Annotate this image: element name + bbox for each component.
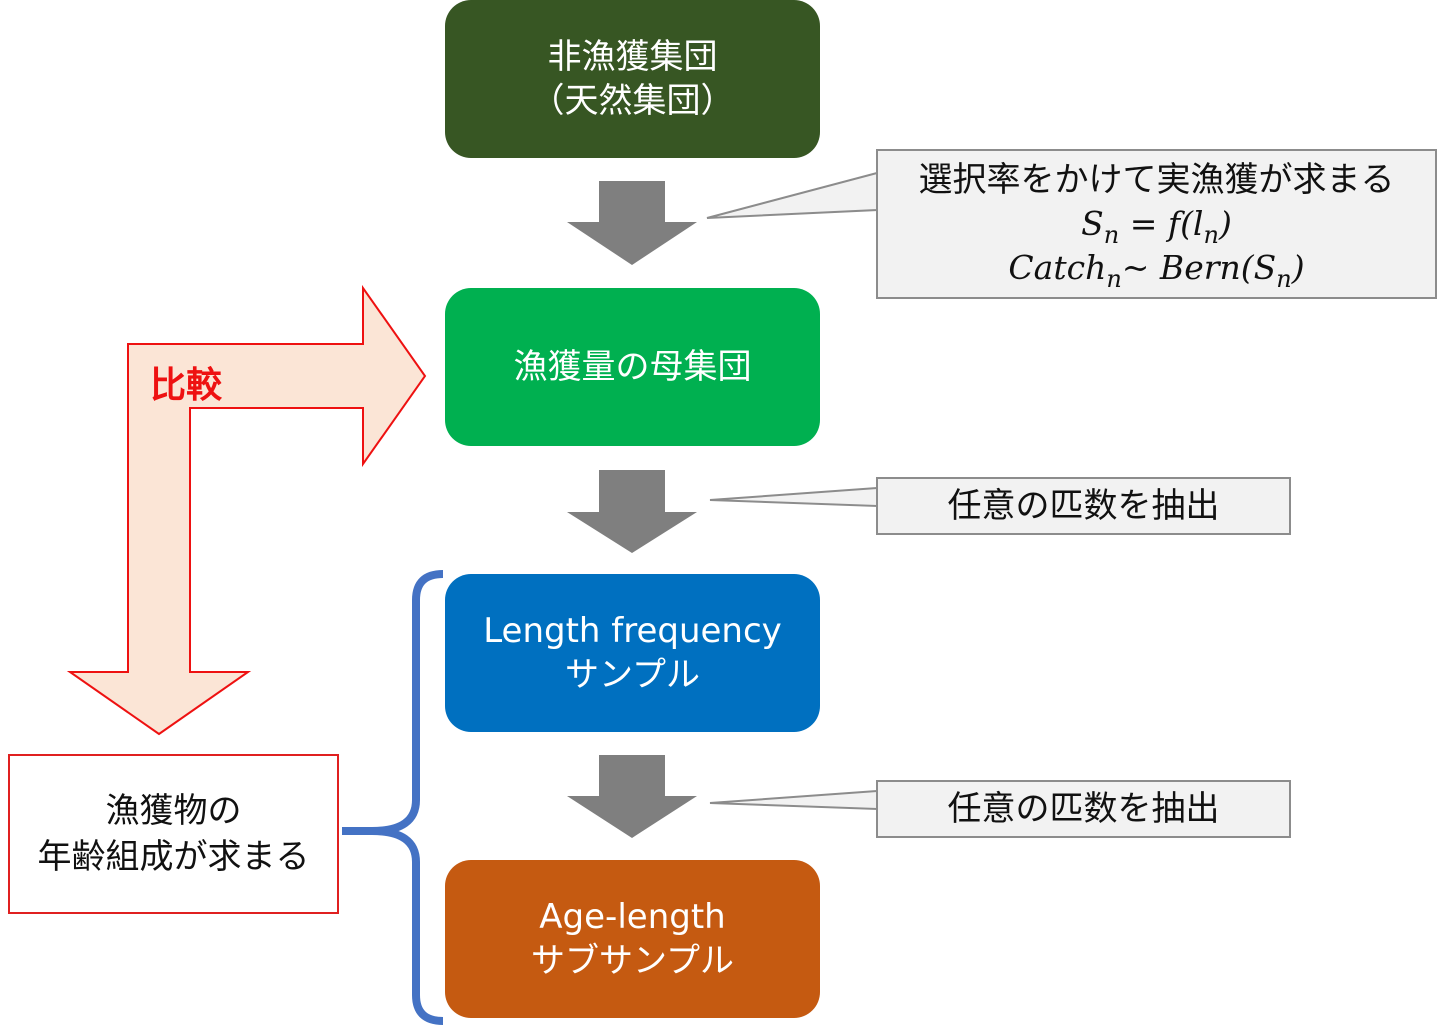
eq1-end: ) [1218, 204, 1232, 243]
catch-population-label: 漁獲量の母集団 [513, 347, 752, 387]
random-sample-text-2: 任意の匹数を抽出 [947, 789, 1220, 829]
eq2-c: ) [1291, 248, 1305, 287]
length-frequency-line2: サンプル [565, 655, 700, 695]
catch-population-box: 漁獲量の母集団 [445, 288, 820, 446]
selectivity-callout: 選択率をかけて実漁獲が求まる Sn = f(ln) Catchn~ Bern(S… [876, 149, 1437, 299]
eq2-b-sub: n [1276, 265, 1292, 293]
compare-label: 比較 [150, 365, 223, 406]
compare-arrow [66, 284, 427, 736]
age-composition-box: 漁獲物の 年齢組成が求まる [8, 754, 339, 914]
length-frequency-line1: Length frequency [483, 611, 782, 651]
selectivity-equation: Sn = f(ln) [1081, 202, 1232, 249]
down-arrow-1 [567, 181, 697, 265]
down-arrow-2 [567, 470, 697, 553]
wild-population-box: 非漁獲集団 （天然集団） [445, 0, 820, 158]
eq2-a-sub: n [1106, 265, 1122, 293]
eq2-a: Catch [1008, 248, 1107, 287]
random-sample-text-1: 任意の匹数を抽出 [947, 486, 1220, 526]
grouping-brace [342, 570, 444, 1025]
eq2-b: ~ Bern(S [1121, 248, 1277, 287]
callout-pointer-random-2 [709, 789, 878, 811]
selectivity-callout-text: 選択率をかけて実漁獲が求まる [918, 160, 1395, 200]
catch-equation: Catchn~ Bern(Sn) [1008, 246, 1305, 293]
age-length-box: Age-length サブサンプル [445, 860, 820, 1018]
down-arrow-3 [567, 755, 697, 838]
age-composition-line1: 漁獲物の [105, 791, 242, 831]
age-length-line2: サブサンプル [531, 941, 734, 981]
eq1-lhs: S [1081, 204, 1104, 243]
age-length-line1: Age-length [539, 897, 726, 937]
callout-pointer-random-1 [709, 486, 878, 508]
wild-population-line1: 非漁獲集団 [547, 37, 718, 77]
eq1-mid-sub: n [1203, 221, 1219, 249]
eq1-mid: = f(l [1119, 204, 1204, 243]
age-composition-line2: 年齢組成が求まる [37, 837, 310, 877]
random-sample-callout-1: 任意の匹数を抽出 [876, 477, 1291, 535]
eq1-lhs-sub: n [1103, 221, 1120, 249]
length-frequency-box: Length frequency サンプル [445, 574, 820, 732]
callout-pointer-selectivity [706, 171, 878, 219]
wild-population-line2: （天然集団） [530, 81, 735, 121]
random-sample-callout-2: 任意の匹数を抽出 [876, 780, 1291, 838]
